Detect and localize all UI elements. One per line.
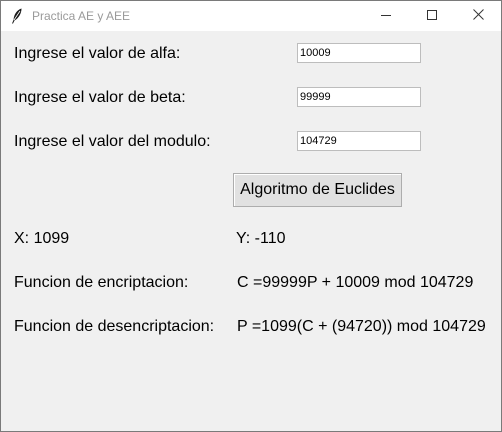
maximize-button[interactable] [409,1,455,31]
minimize-icon [381,7,391,25]
window-title: Practica AE y AEE [32,9,131,23]
encrypt-label: Funcion de encriptacion: [14,274,189,291]
encrypt-function: C =99999P + 10009 mod 104729 [237,274,474,291]
close-icon [472,7,484,25]
maximize-icon [427,7,437,25]
beta-input[interactable] [297,87,421,107]
modulo-input[interactable] [297,131,421,151]
app-window: Practica AE y AEE Ingrese el valor de al… [0,0,502,432]
title-bar[interactable]: Practica AE y AEE [1,1,501,31]
minimize-button[interactable] [363,1,409,31]
modulo-label: Ingrese el valor del modulo: [14,133,211,150]
euclides-button[interactable]: Algoritmo de Euclides [233,173,402,207]
alpha-input[interactable] [297,43,421,63]
alpha-label: Ingrese el valor de alfa: [14,45,181,62]
feather-icon [11,8,23,24]
decrypt-label: Funcion de desencriptacion: [14,318,215,335]
close-button[interactable] [455,1,501,31]
x-result: X: 1099 [14,230,70,247]
beta-label: Ingrese el valor de beta: [14,89,186,106]
decrypt-function: P =1099(C + (94720)) mod 104729 [237,318,486,335]
y-result: Y: -110 [236,230,286,247]
